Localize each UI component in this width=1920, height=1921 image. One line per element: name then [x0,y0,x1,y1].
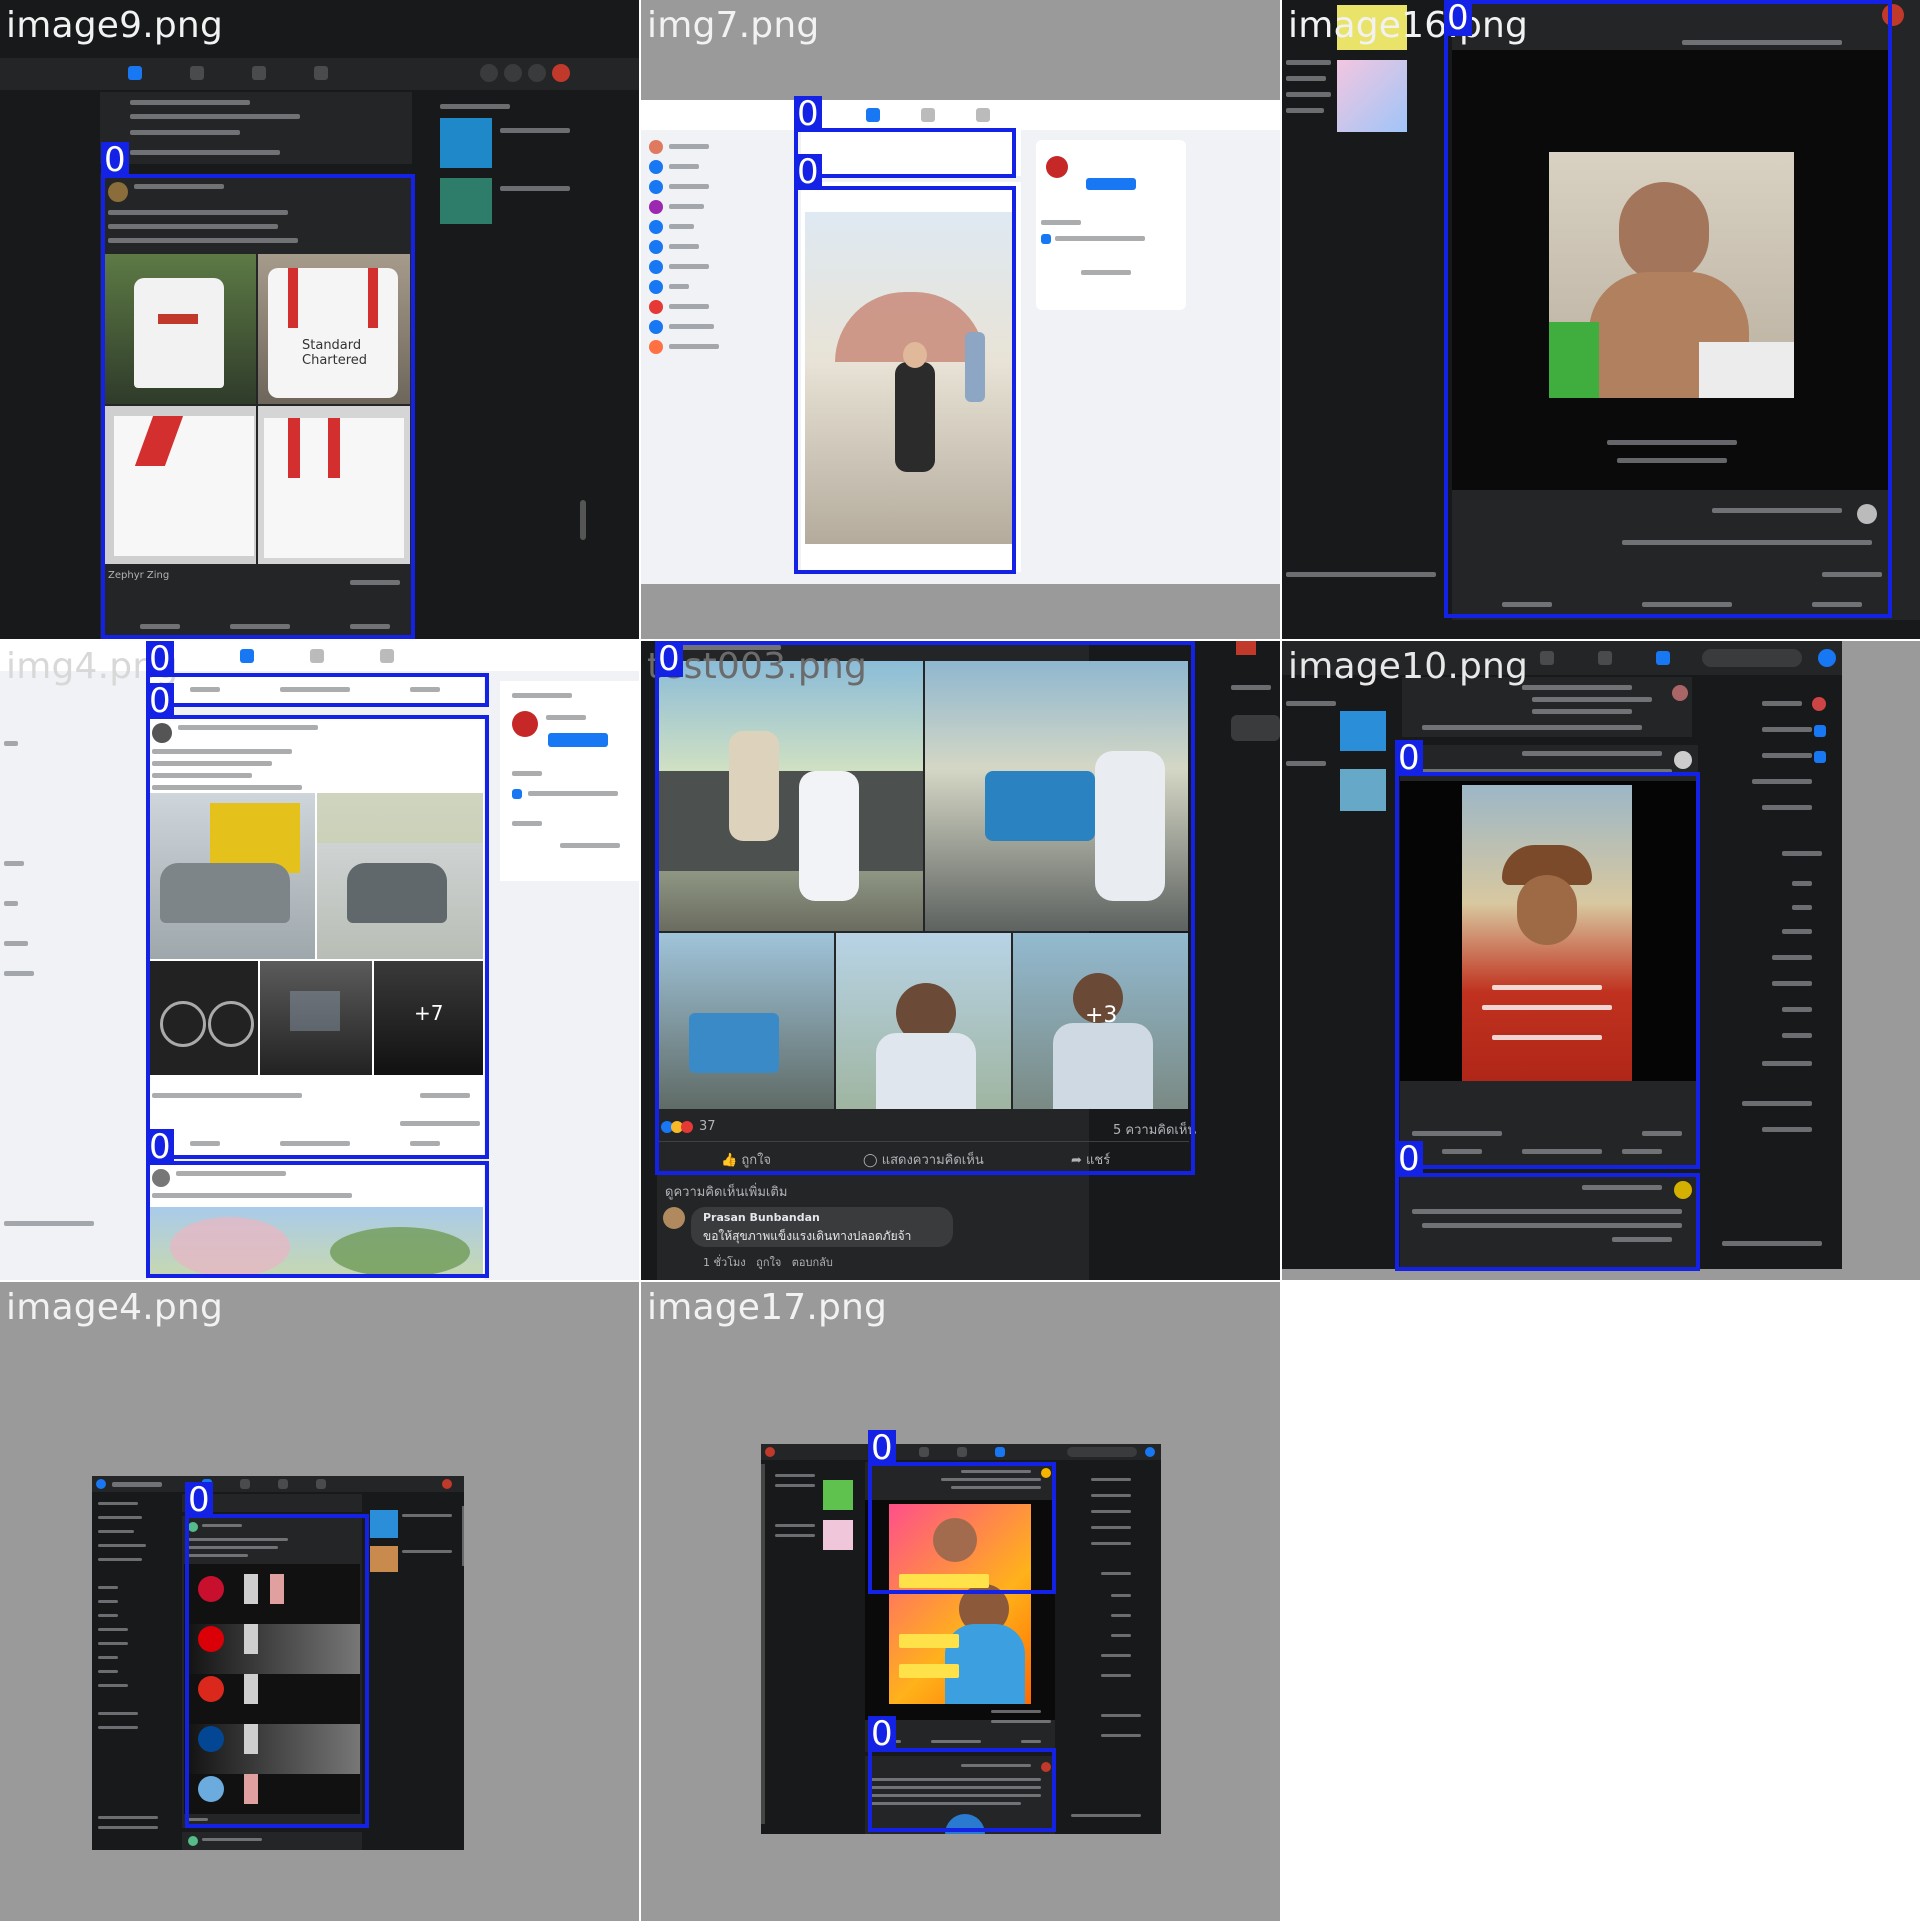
detection-box [868,1748,1056,1832]
detection-box [1395,772,1700,1169]
detection-box [868,1462,1056,1594]
box-class-label: 0 [1395,740,1423,776]
detection-box [794,128,1016,178]
filename-label: image4.png [6,1287,223,1328]
detection-box [146,715,489,1159]
detection-box [794,186,1016,574]
box-class-label: 0 [868,1430,896,1466]
grid-cell-image9: Standard Chartered Zephyr Zing image9.pn… [0,0,639,639]
grid-cell-image17: image17.png 0 0 [641,1282,1280,1921]
filename-label: image17.png [647,1287,888,1328]
box-class-label: 0 [101,142,129,178]
grid-cell-test003: +3 37 5 ความคิดเห็น 👍 ถูกใจ ◯ แสดงความคิ… [641,641,1280,1280]
grid-cell-image4: image4.png 0 [0,1282,639,1921]
filename-label: img7.png [647,5,820,46]
empty-grid-cell [1282,1282,1920,1920]
box-class-label: 0 [868,1716,896,1752]
detection-box [101,174,415,639]
box-class-label: 0 [655,641,683,677]
grid-cell-img4: +7 img4.png 0 0 0 [0,641,639,1280]
box-class-label: 0 [794,154,822,190]
box-class-label: 0 [1444,0,1472,36]
grid-cell-img7: img7.png 0 0 [641,0,1280,639]
box-class-label: 0 [185,1482,213,1518]
filename-label: image9.png [6,5,223,46]
view-more-comments[interactable]: ดูความคิดเห็นเพิ่มเติม [665,1181,787,1202]
box-class-label: 0 [146,683,174,719]
detection-box [1395,1173,1700,1271]
filename-label: image10.png [1288,646,1529,687]
detection-box [1444,0,1892,618]
box-class-label: 0 [1395,1141,1423,1177]
grid-cell-image10: image10.png 0 0 [1282,641,1920,1280]
box-class-label: 0 [146,1129,174,1165]
detection-box [185,1514,369,1828]
detection-box [655,641,1195,1175]
comment-text: ขอให้สุขภาพแข็งแรงเดินทางปลอดภัยจ้า [703,1229,912,1243]
commenter-name[interactable]: Prasan Bunbandan [703,1211,820,1224]
detection-box [146,673,489,707]
box-class-label: 0 [146,641,174,677]
box-class-label: 0 [794,96,822,132]
grid-cell-image16: image16.png 0 [1282,0,1920,639]
comment-meta: 1 ชั่วโมง ถูกใจ ตอบกลับ [703,1256,833,1269]
detection-box [146,1161,489,1278]
avatar[interactable] [663,1207,685,1229]
